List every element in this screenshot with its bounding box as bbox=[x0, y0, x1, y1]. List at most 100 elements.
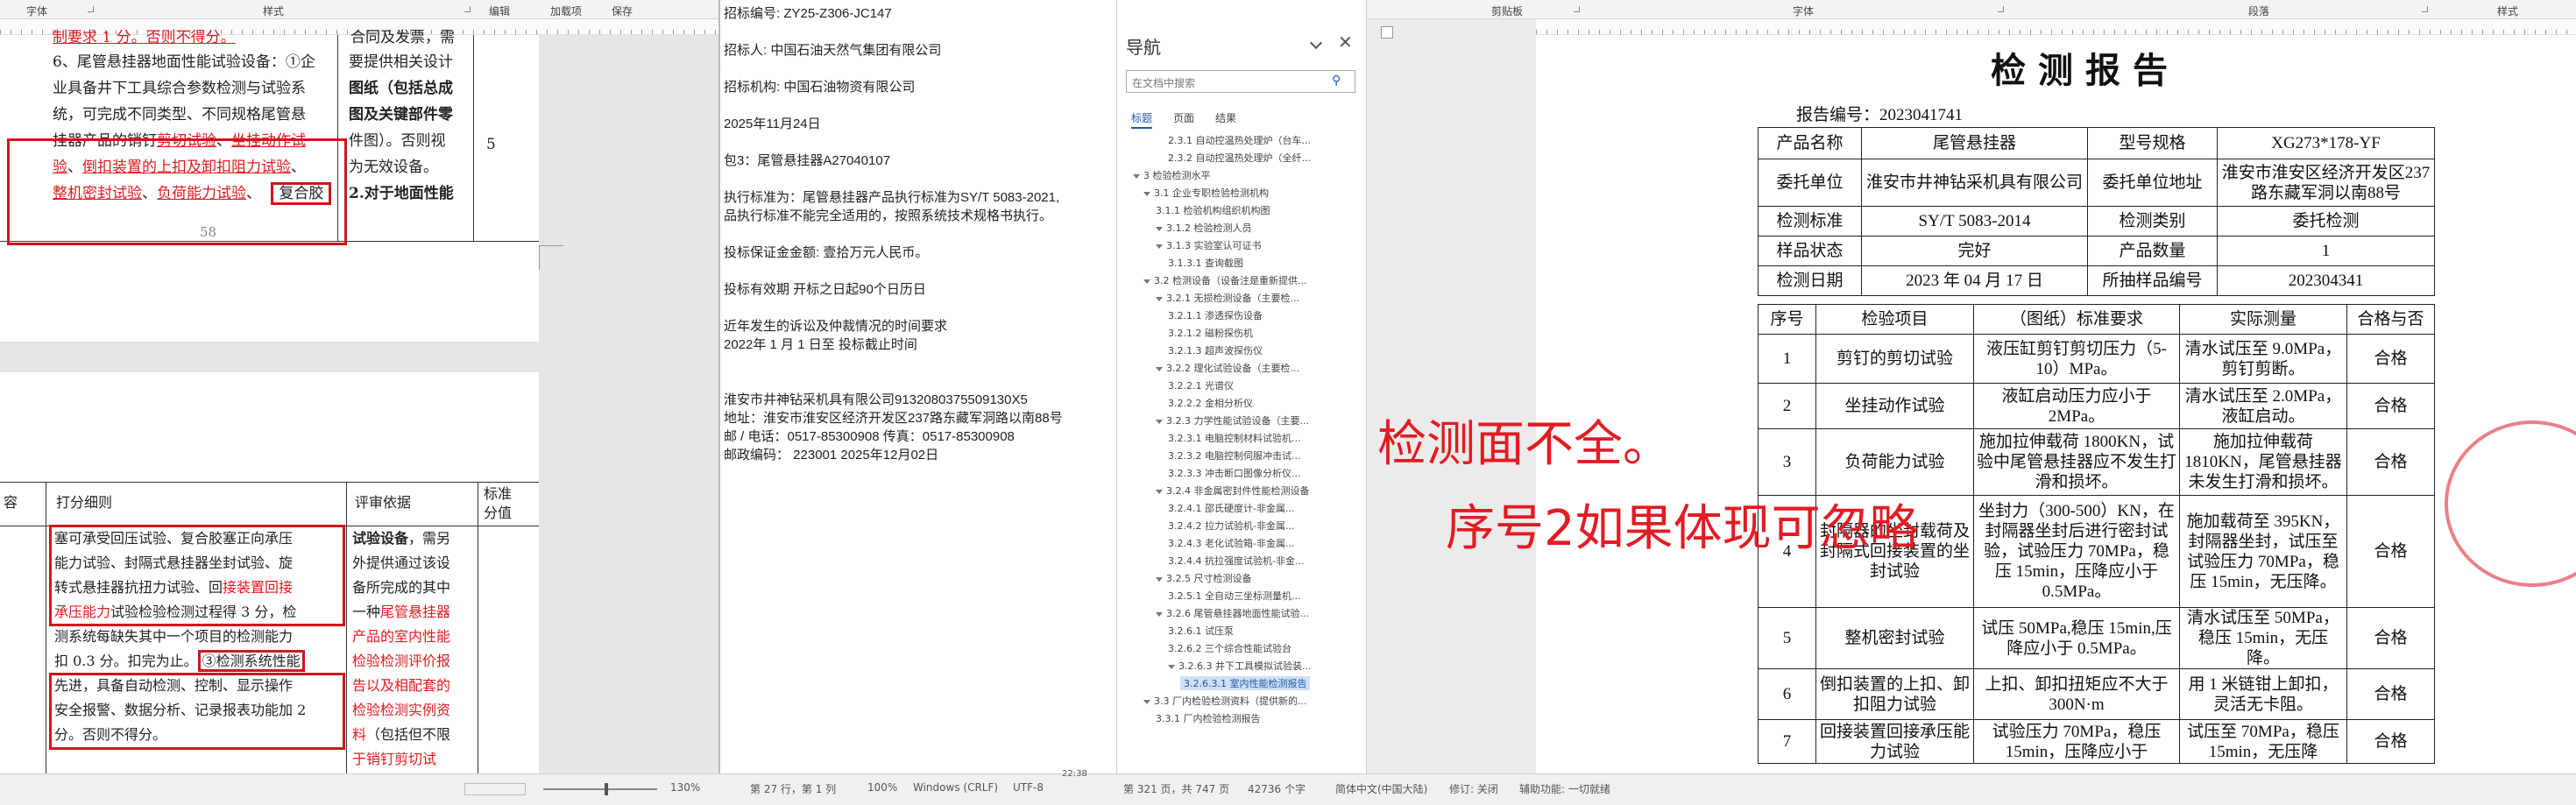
np-line-bid-no: 招标编号: ZY25-Z306-JC147 bbox=[724, 6, 892, 21]
nav-item[interactable]: 3.2.5.1 全自动三坐标测量机... bbox=[1168, 589, 1300, 603]
nav-item[interactable]: 3.2 检测设备（设备注是重新提供... bbox=[1143, 273, 1306, 287]
nav-item[interactable]: 2.3.2 自动控温热处理炉（全纤... bbox=[1168, 151, 1311, 165]
np-line-company: 淮安市井神钻采机具有限公司9132080375509130X5 bbox=[724, 392, 1028, 407]
nav-item[interactable]: 3.2.6.3 井下工具模拟试验装... bbox=[1168, 659, 1311, 673]
nav-search-box[interactable]: 在文档中搜索 ⚲ bbox=[1126, 70, 1355, 93]
nav-item-label: 3.1.1 检验机构组织机构图 bbox=[1156, 205, 1270, 216]
nav-item[interactable]: 3.2.2.1 光谱仪 bbox=[1168, 378, 1234, 392]
taskbar-clock: 22:38 bbox=[1062, 769, 1087, 779]
ribbon-group-editing[interactable]: 编辑 bbox=[489, 4, 510, 18]
ribbon-group-save[interactable]: 保存 bbox=[612, 4, 633, 18]
nav-item[interactable]: 3.2.3.3 冲击断口图像分析仪... bbox=[1168, 466, 1300, 480]
info-value-date: 2023 年 04 月 17 日 bbox=[1861, 265, 2088, 296]
expand-triangle-icon[interactable] bbox=[1156, 366, 1163, 371]
nav-item[interactable]: 3.2.1 无损检测设备（主要检... bbox=[1156, 291, 1299, 305]
ribbon-group-styles-right[interactable]: 样式 bbox=[2497, 4, 2518, 18]
view-mode-icons[interactable] bbox=[464, 783, 526, 795]
nav-item[interactable]: 3.2.6.3.1 室内性能检测报告 bbox=[1180, 676, 1311, 690]
ribbon-group-paragraph[interactable]: 段落 bbox=[2248, 4, 2269, 18]
info-label-standard: 检测标准 bbox=[1758, 206, 1862, 237]
nav-item[interactable]: 3.1.3 实验室认可证书 bbox=[1156, 238, 1262, 252]
nav-item[interactable]: 3.2.6.1 试压泵 bbox=[1168, 624, 1234, 638]
np-line-validity: 投标有效期 开标之日起90个日历日 bbox=[724, 282, 926, 297]
nav-item[interactable]: 3.2.4.2 拉力试验机-非金属... bbox=[1168, 519, 1294, 533]
nav-item-label: 3.2.6 尾管悬挂器地面性能试验... bbox=[1166, 608, 1309, 619]
nav-tab-headings[interactable]: 标题 bbox=[1131, 110, 1153, 129]
nav-item[interactable]: 3.2.4.3 老化试验箱-非金属... bbox=[1168, 536, 1294, 550]
ribbon-group-font-right[interactable]: 字体 bbox=[1793, 4, 1814, 18]
expand-triangle-icon[interactable] bbox=[1156, 296, 1163, 301]
nav-item[interactable]: 3.2.4 非金属密封件性能检测设备 bbox=[1156, 484, 1310, 498]
nav-item[interactable]: 3.2.1.1 渗透探伤设备 bbox=[1168, 308, 1263, 322]
nav-search-input[interactable]: 在文档中搜索 bbox=[1132, 75, 1195, 90]
nav-item-label: 3.2.6.1 试压泵 bbox=[1168, 625, 1234, 637]
expand-triangle-icon[interactable] bbox=[1133, 173, 1140, 179]
expand-triangle-icon[interactable] bbox=[1143, 699, 1150, 704]
nav-item[interactable]: 3.2.6.2 三个综合性能试验台 bbox=[1168, 641, 1292, 655]
nav-item[interactable]: 3.1.1 检验机构组织机构图 bbox=[1156, 203, 1270, 217]
status-language[interactable]: 简体中文(中国大陆) bbox=[1335, 781, 1427, 796]
nav-item[interactable]: 2.3.1 自动控温热处理炉（台车... bbox=[1168, 133, 1311, 147]
np-line-agency: 招标机构: 中国石油物资有限公司 bbox=[724, 80, 916, 95]
expand-triangle-icon[interactable] bbox=[1156, 419, 1163, 424]
nav-item[interactable]: 3.1.3.1 查询截图 bbox=[1168, 256, 1243, 270]
nav-item-label: 3.2.6.2 三个综合性能试验台 bbox=[1168, 643, 1292, 654]
info-value-quantity: 1 bbox=[2217, 236, 2435, 266]
ribbon-group-clipboard[interactable]: 剪贴板 bbox=[1491, 4, 1523, 18]
expand-triangle-icon[interactable] bbox=[1156, 489, 1163, 494]
ribbon-group-styles[interactable]: 样式 bbox=[263, 4, 284, 18]
nav-dropdown-icon[interactable] bbox=[1309, 36, 1323, 50]
nav-close-icon[interactable]: ✕ bbox=[1338, 32, 1353, 53]
nav-item[interactable]: 3.2.3.1 电脑控制材料试验机... bbox=[1168, 431, 1300, 445]
np-line-lawsuit: 近年发生的诉讼及仲裁情况的时间要求 bbox=[724, 319, 948, 334]
nav-tab-pages[interactable]: 页面 bbox=[1173, 110, 1194, 125]
nav-item[interactable]: 3.2.5 尺寸检测设备 bbox=[1156, 571, 1252, 585]
info-value-model: XG273*178-YF bbox=[2217, 127, 2435, 159]
expand-triangle-icon[interactable] bbox=[1168, 664, 1175, 669]
left-ribbon-bar: 字体 样式 编辑 加载项 保存 bbox=[0, 0, 718, 19]
nav-item[interactable]: 3.3 厂内检验检测资料（提供新的... bbox=[1143, 694, 1306, 708]
expand-triangle-icon[interactable] bbox=[1143, 279, 1150, 284]
nav-item[interactable]: 3.2.1.3 超声波探伤仪 bbox=[1168, 343, 1263, 357]
status-words[interactable]: 42736 个字 bbox=[1248, 781, 1306, 796]
redbox-scoring-2 bbox=[49, 673, 345, 750]
nav-item[interactable]: 3.2.4.1 邵氏硬度计-非金属... bbox=[1168, 501, 1294, 515]
nav-item-label: 2.3.1 自动控温热处理炉（台车... bbox=[1168, 135, 1311, 146]
nav-item[interactable]: 3.1 企业专职检验检测机构 bbox=[1143, 186, 1269, 200]
nav-item[interactable]: 3.3.1 厂内检验检测报告 bbox=[1156, 711, 1261, 725]
expand-triangle-icon[interactable] bbox=[1156, 244, 1163, 249]
expand-triangle-icon[interactable] bbox=[1143, 191, 1150, 196]
nav-item[interactable]: 3.1.2 检验检测人员 bbox=[1156, 221, 1252, 235]
nav-item[interactable]: 3.2.1.2 磁粉探伤机 bbox=[1168, 326, 1253, 340]
zoom-slider[interactable] bbox=[543, 788, 657, 790]
ribbon-group-addins[interactable]: 加载项 bbox=[550, 4, 582, 18]
left-zoom-level[interactable]: 130% bbox=[670, 781, 700, 794]
nav-item[interactable]: 3.2.3 力学性能试验设备（主要... bbox=[1156, 413, 1309, 427]
expand-triangle-icon[interactable] bbox=[1156, 611, 1163, 617]
nav-item-label: 3.2.4.3 老化试验箱-非金属... bbox=[1168, 538, 1295, 549]
nav-item[interactable]: 3.2.6 尾管悬挂器地面性能试验... bbox=[1156, 606, 1309, 620]
nav-item-label: 3.2.4.2 拉力试验机-非金属... bbox=[1168, 520, 1295, 532]
navigation-pane: 导航 ✕ 在文档中搜索 ⚲ 标题 页面 结果 2.3.1 自动控温热处理炉（台车… bbox=[1116, 0, 1367, 773]
expand-triangle-icon[interactable] bbox=[1156, 226, 1163, 231]
nav-item[interactable]: 3.2.2.2 金相分析仪 bbox=[1168, 396, 1253, 410]
nav-tab-results[interactable]: 结果 bbox=[1215, 110, 1236, 125]
status-page[interactable]: 第 321 页，共 747 页 bbox=[1123, 781, 1229, 796]
status-accessibility[interactable]: 辅助功能: 一切就绪 bbox=[1519, 781, 1610, 796]
nav-item[interactable]: 3.2.4.4 抗拉强度试验机-非金... bbox=[1168, 554, 1304, 568]
ruler-corner-button[interactable] bbox=[1381, 26, 1393, 39]
nav-item[interactable]: 3 检验检测水平 bbox=[1133, 168, 1211, 182]
info-label-date: 检测日期 bbox=[1758, 265, 1862, 296]
ribbon-group-font[interactable]: 字体 bbox=[26, 4, 47, 18]
expand-triangle-icon[interactable] bbox=[1156, 576, 1163, 582]
np-status-eol: Windows (CRLF) bbox=[913, 781, 999, 794]
info-label-product: 产品名称 bbox=[1758, 127, 1862, 159]
zoom-slider-thumb[interactable] bbox=[605, 783, 608, 795]
report-title: 检 测 报 告 bbox=[1991, 51, 2169, 90]
status-revisions[interactable]: 修订: 关闭 bbox=[1449, 781, 1498, 796]
nav-item[interactable]: 3.2.3.2 电脑控制伺服冲击试... bbox=[1168, 448, 1300, 463]
nav-item-label: 3.2.6.3.1 室内性能检测报告 bbox=[1184, 678, 1307, 689]
nav-search-icon[interactable]: ⚲ bbox=[1332, 74, 1341, 88]
results-header-item: 检验项目 bbox=[1815, 304, 1974, 335]
nav-item[interactable]: 3.2.2 理化试验设备（主要检... bbox=[1156, 361, 1299, 375]
